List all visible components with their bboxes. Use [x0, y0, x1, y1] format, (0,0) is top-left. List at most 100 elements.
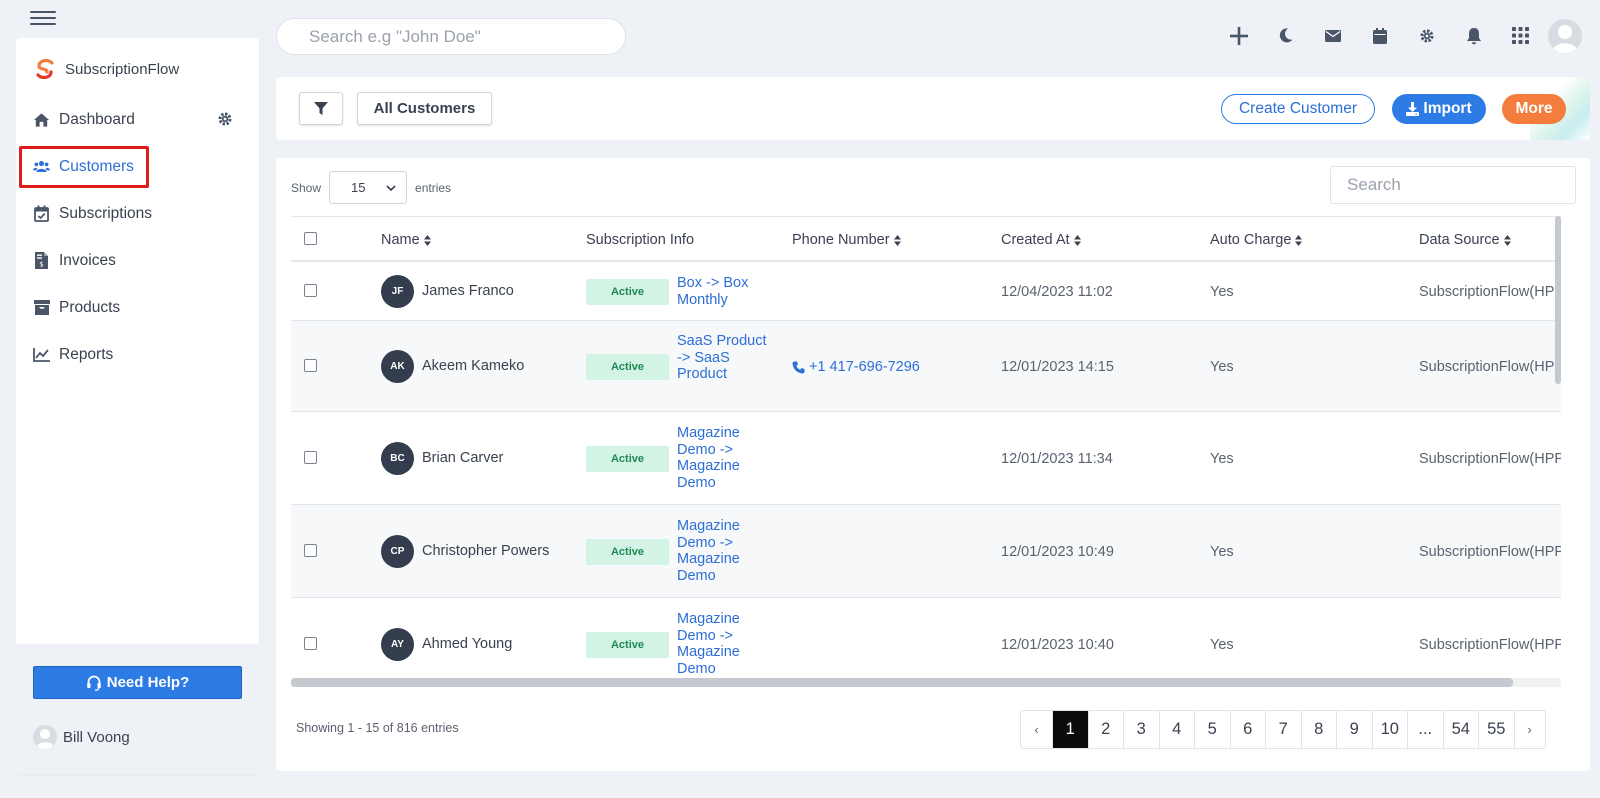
avatar[interactable] [1548, 18, 1582, 53]
gear-icon[interactable] [1403, 18, 1450, 53]
customers-table-card: Show 15 entries Name Subscription Info P… [276, 158, 1590, 771]
pagination-page-10[interactable]: 10 [1371, 711, 1407, 748]
moon-icon[interactable] [1262, 18, 1309, 53]
mail-icon[interactable] [1309, 18, 1356, 53]
entries-per-page-select[interactable]: 15 [329, 171, 408, 204]
subscription-link[interactable]: Box -> Box Monthly [677, 275, 767, 308]
sidebar-item-products[interactable]: Products [16, 284, 259, 331]
phone-link[interactable]: +1 417-696-7296 [792, 359, 920, 375]
entries-value: 15 [351, 180, 366, 195]
customer-name[interactable]: Brian Carver [422, 450, 503, 466]
pagination-page-8[interactable]: 8 [1300, 711, 1336, 748]
subscription-link[interactable]: Magazine Demo -> Magazine Demo [677, 518, 767, 584]
sidebar-nav: Dashboard Customers Subscriptions $ Invo… [16, 96, 259, 378]
sort-icon [423, 234, 431, 246]
customer-name[interactable]: James Franco [422, 283, 514, 299]
row-checkbox[interactable] [304, 451, 317, 464]
filter-icon [314, 101, 328, 116]
need-help-button[interactable]: Need Help? [33, 666, 242, 699]
subscription-link[interactable]: Magazine Demo -> Magazine Demo [677, 425, 767, 491]
created-at: 12/04/2023 11:02 [1001, 284, 1113, 300]
phone-icon [792, 361, 805, 374]
horizontal-scrollbar-thumb[interactable] [291, 678, 1513, 687]
brand-name: SubscriptionFlow [65, 60, 180, 78]
data-source: SubscriptionFlow(HPP [1419, 451, 1561, 467]
vertical-scrollbar[interactable] [1555, 216, 1561, 384]
user-profile[interactable]: Bill Voong [33, 725, 130, 749]
more-button[interactable]: More [1502, 94, 1566, 124]
status-badge: Active [586, 446, 669, 472]
top-toolbar-icons [1215, 18, 1582, 53]
pagination-page-55[interactable]: 55 [1478, 711, 1514, 748]
chart-line-icon [33, 346, 50, 363]
table-row[interactable]: JF James Franco Active Box -> Box Monthl… [291, 262, 1561, 321]
pagination-page-54[interactable]: 54 [1442, 711, 1478, 748]
customer-name[interactable]: Akeem Kameko [422, 358, 524, 374]
pagination-page-9[interactable]: 9 [1336, 711, 1372, 748]
sidebar-item-dashboard[interactable]: Dashboard [16, 96, 259, 143]
auto-charge: Yes [1210, 451, 1234, 467]
pagination-page-1[interactable]: 1 [1052, 711, 1088, 748]
row-checkbox[interactable] [304, 637, 317, 650]
customer-avatar: JF [381, 275, 414, 308]
row-checkbox[interactable] [304, 359, 317, 372]
subscription-link[interactable]: SaaS Product -> SaaS Product [677, 333, 767, 383]
customer-name[interactable]: Christopher Powers [422, 543, 549, 559]
global-search-input[interactable] [276, 18, 626, 55]
download-icon [1406, 102, 1420, 116]
sidebar-item-label: Invoices [59, 251, 116, 269]
column-header-subscription-info: Subscription Info [586, 232, 694, 248]
subscription-link[interactable]: Magazine Demo -> Magazine Demo [677, 611, 767, 677]
bell-icon[interactable] [1450, 18, 1497, 53]
created-at: 12/01/2023 11:34 [1001, 451, 1113, 467]
row-checkbox[interactable] [304, 284, 317, 297]
entries-info: Showing 1 - 15 of 816 entries [296, 721, 459, 735]
column-header-name[interactable]: Name [381, 232, 431, 248]
entries-label: entries [415, 180, 452, 195]
create-customer-button[interactable]: Create Customer [1221, 94, 1375, 124]
table-row[interactable]: AK Akeem Kameko Active SaaS Product -> S… [291, 321, 1561, 412]
column-header-data-source[interactable]: Data Source [1419, 232, 1511, 248]
table-row[interactable]: CP Christopher Powers Active Magazine De… [291, 505, 1561, 598]
table-row[interactable]: AY Ahmed Young Active Magazine Demo -> M… [291, 598, 1561, 679]
sort-icon [893, 234, 901, 246]
column-header-auto-charge[interactable]: Auto Charge [1210, 232, 1303, 248]
table-search-input[interactable] [1330, 166, 1576, 204]
customer-avatar: AY [381, 628, 414, 661]
select-all-checkbox[interactable] [304, 232, 317, 245]
horizontal-scrollbar[interactable] [291, 678, 1561, 687]
pagination-next-button[interactable]: › [1513, 711, 1545, 748]
pagination-page-2[interactable]: 2 [1087, 711, 1123, 748]
customer-name[interactable]: Ahmed Young [422, 636, 512, 652]
pagination-page-4[interactable]: 4 [1158, 711, 1194, 748]
sidebar-item-subscriptions[interactable]: Subscriptions [16, 190, 259, 237]
column-header-phone-number[interactable]: Phone Number [792, 232, 901, 248]
import-label: Import [1423, 100, 1472, 117]
column-label: Data Source [1419, 232, 1500, 248]
pagination-page-6[interactable]: 6 [1229, 711, 1265, 748]
pagination-page-3[interactable]: 3 [1123, 711, 1159, 748]
view-selector-button[interactable]: All Customers [357, 92, 492, 125]
plus-icon[interactable] [1215, 18, 1262, 53]
sidebar-item-invoices[interactable]: $ Invoices [16, 237, 259, 284]
sidebar-footer: Need Help? Bill Voong [16, 644, 259, 774]
sidebar-item-reports[interactable]: Reports [16, 331, 259, 378]
pagination-prev-button[interactable]: ‹ [1021, 711, 1052, 748]
filter-button[interactable] [299, 92, 343, 125]
pagination-page-5[interactable]: 5 [1194, 711, 1230, 748]
apps-grid-icon[interactable] [1497, 18, 1544, 53]
column-header-created-at[interactable]: Created At [1001, 232, 1081, 248]
sidebar-item-label: Dashboard [59, 110, 135, 128]
row-checkbox[interactable] [304, 544, 317, 557]
created-at: 12/01/2023 14:15 [1001, 359, 1114, 375]
table-row[interactable]: BC Brian Carver Active Magazine Demo -> … [291, 412, 1561, 505]
brand[interactable]: SubscriptionFlow [34, 58, 179, 80]
calendar-icon[interactable] [1356, 18, 1403, 53]
sidebar-item-customers[interactable]: Customers [16, 143, 259, 190]
status-badge: Active [586, 354, 669, 380]
dashboard-settings-gear-icon[interactable] [217, 111, 233, 127]
pagination-page-7[interactable]: 7 [1265, 711, 1301, 748]
column-label: Phone Number [792, 232, 890, 248]
import-button[interactable]: Import [1392, 94, 1486, 124]
menu-toggle-icon[interactable] [30, 8, 56, 28]
